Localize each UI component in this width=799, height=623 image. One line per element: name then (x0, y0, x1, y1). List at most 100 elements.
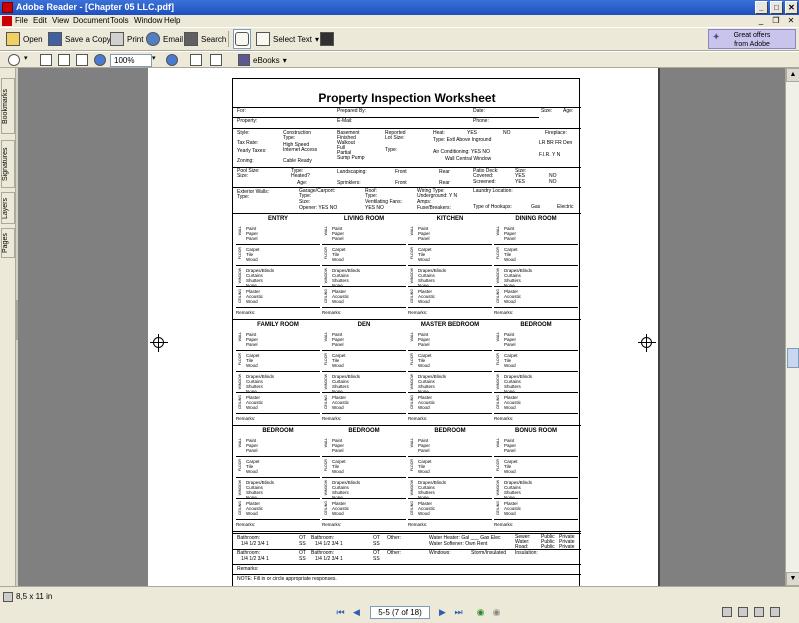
zoom-dropdown-icon[interactable]: ▾ (24, 54, 36, 66)
room-title: BEDROOM (434, 428, 466, 434)
field-sprinklers: Sprinklers: (337, 180, 361, 186)
hand-tool-button[interactable] (233, 29, 251, 49)
field-lot-size: Lot Size: (385, 135, 405, 141)
fit-width-icon[interactable] (76, 54, 88, 66)
side-label: CEILING (238, 289, 242, 304)
option-list: Paint Paper Panel (418, 226, 430, 241)
room-floor-block: FLOOR Carpet Tile Wood (236, 457, 320, 478)
heat-yes: YES (467, 130, 478, 136)
menu-file[interactable]: File (15, 16, 28, 25)
status-bar: 8,5 x 11 in ⏮ ◀ 5-5 (7 of 18) ▶ ⏭ ◉ ◉ (0, 586, 799, 623)
fit-page-icon[interactable] (58, 54, 70, 66)
room-floor-block: FLOOR Carpet Tile Wood (494, 245, 578, 266)
zoom-in-icon[interactable] (8, 54, 20, 66)
option-item: Panel (418, 342, 430, 347)
zoom-in-circle-icon[interactable] (166, 54, 178, 66)
scroll-thumb[interactable] (787, 348, 799, 368)
go-back-icon[interactable]: ◉ (474, 606, 487, 619)
option-item: Wood (332, 511, 344, 516)
select-text-button[interactable]: Select Text ▾ (256, 29, 319, 49)
room-wall-block: WALL Paint Paper Panel (408, 330, 492, 351)
save-copy-button[interactable]: Save a Copy (48, 29, 111, 49)
zoom-out-icon[interactable] (94, 54, 106, 66)
screened-no: NO (549, 179, 557, 185)
zoom-select-arrow-icon[interactable]: ▾ (152, 54, 164, 66)
menu-document[interactable]: Document (73, 16, 109, 25)
single-page-icon[interactable] (722, 607, 732, 617)
go-forward-icon[interactable]: ◉ (490, 606, 503, 619)
continuous-icon[interactable] (738, 607, 748, 617)
side-label: WALL (324, 332, 328, 342)
continuous-facing-icon[interactable] (770, 607, 780, 617)
doc-minimize-button[interactable]: _ (756, 16, 766, 26)
menu-view[interactable]: View (52, 16, 69, 25)
menu-help[interactable]: Help (164, 16, 180, 25)
scroll-up-icon[interactable]: ▲ (786, 68, 799, 82)
tab-bookmarks[interactable]: Bookmarks (1, 78, 15, 134)
actual-size-icon[interactable] (40, 54, 52, 66)
field-opener: Opener: YES NO (299, 205, 338, 211)
option-item: Panel (418, 448, 430, 453)
side-label: WALL (496, 438, 500, 448)
option-list: Drapes/Blinds Curtains Shutters None (418, 374, 446, 394)
option-list: Paint Paper Panel (332, 438, 344, 453)
tab-pages[interactable]: Pages (1, 228, 15, 258)
option-item: Panel (332, 342, 344, 347)
side-label: CEILING (496, 289, 500, 304)
sprinkler-rear: Rear (439, 180, 450, 186)
menu-tools[interactable]: Tools (110, 16, 129, 25)
room-floor-block: FLOOR Carpet Tile Wood (322, 245, 406, 266)
side-label: FLOOR (324, 353, 328, 366)
minimize-button[interactable]: _ (755, 1, 768, 14)
doc-close-button[interactable]: ✕ (786, 16, 796, 26)
first-page-icon[interactable]: ⏮ (334, 606, 347, 619)
side-label: FLOOR (238, 353, 242, 366)
option-list: Carpet Tile Wood (504, 353, 518, 368)
last-page-icon[interactable]: ⏭ (452, 606, 465, 619)
room-wall-block: WALL Paint Paper Panel (494, 436, 578, 457)
room-ceiling-block: CEILING Plaster Acoustic Wood (494, 393, 578, 414)
bathroom-ss-1: SS (299, 541, 306, 547)
great-offers-button[interactable]: ✦ Great offers from Adobe (708, 29, 796, 49)
field-screened: Screened: (473, 179, 496, 185)
next-page-icon[interactable]: ▶ (436, 606, 449, 619)
ebooks-button[interactable]: eBooks ▾ (238, 50, 287, 70)
page-number-field[interactable]: 5-5 (7 of 18) (370, 606, 430, 619)
zoom-input[interactable]: 100% (110, 54, 152, 67)
side-label: WINDOW (496, 480, 500, 496)
vertical-scrollbar[interactable]: ▲ ▼ (785, 68, 799, 586)
rotate-icon[interactable] (190, 54, 202, 66)
registration-mark-icon (638, 334, 656, 352)
search-button[interactable]: Search (184, 29, 226, 49)
option-list: Paint Paper Panel (332, 226, 344, 241)
room-ceiling-block: CEILING Plaster Acoustic Wood (408, 393, 492, 414)
email-button[interactable]: Email (146, 29, 183, 49)
menu-edit[interactable]: Edit (33, 16, 47, 25)
scroll-down-icon[interactable]: ▼ (786, 572, 799, 586)
rotate-counter-icon[interactable] (210, 54, 222, 66)
inspection-worksheet: Property Inspection Worksheet For: Prepa… (232, 78, 581, 586)
room-window-block: WINDOW Drapes/Blinds Curtains Shutters None (236, 478, 320, 500)
snapshot-button[interactable] (320, 29, 334, 49)
print-button[interactable]: Print (110, 29, 143, 49)
field-phone: Phone: (473, 118, 489, 124)
open-button[interactable]: Open (6, 29, 43, 49)
field-landscaping: Landscaping: (337, 169, 367, 175)
option-item: Panel (246, 342, 258, 347)
fireplace-rooms: LR BR FR Den (539, 140, 573, 146)
maximize-button[interactable]: □ (770, 1, 783, 14)
side-label: CEILING (324, 395, 328, 410)
option-list: Drapes/Blinds Curtains Shutters None (246, 374, 274, 394)
document-view[interactable]: Property Inspection Worksheet For: Prepa… (18, 68, 785, 586)
doc-restore-button[interactable]: ❐ (771, 16, 781, 26)
tab-signatures[interactable]: Signatures (1, 140, 15, 188)
option-list: Carpet Tile Wood (504, 459, 518, 474)
facing-icon[interactable] (754, 607, 764, 617)
option-list: Paint Paper Panel (504, 226, 516, 241)
menu-window[interactable]: Window (134, 16, 162, 25)
close-button[interactable]: ✕ (785, 1, 798, 14)
tab-layers[interactable]: Layers (1, 192, 15, 224)
option-list: Plaster Acoustic Wood (332, 501, 349, 516)
previous-page-icon[interactable]: ◀ (350, 606, 363, 619)
document-menu-icon[interactable] (2, 16, 12, 26)
